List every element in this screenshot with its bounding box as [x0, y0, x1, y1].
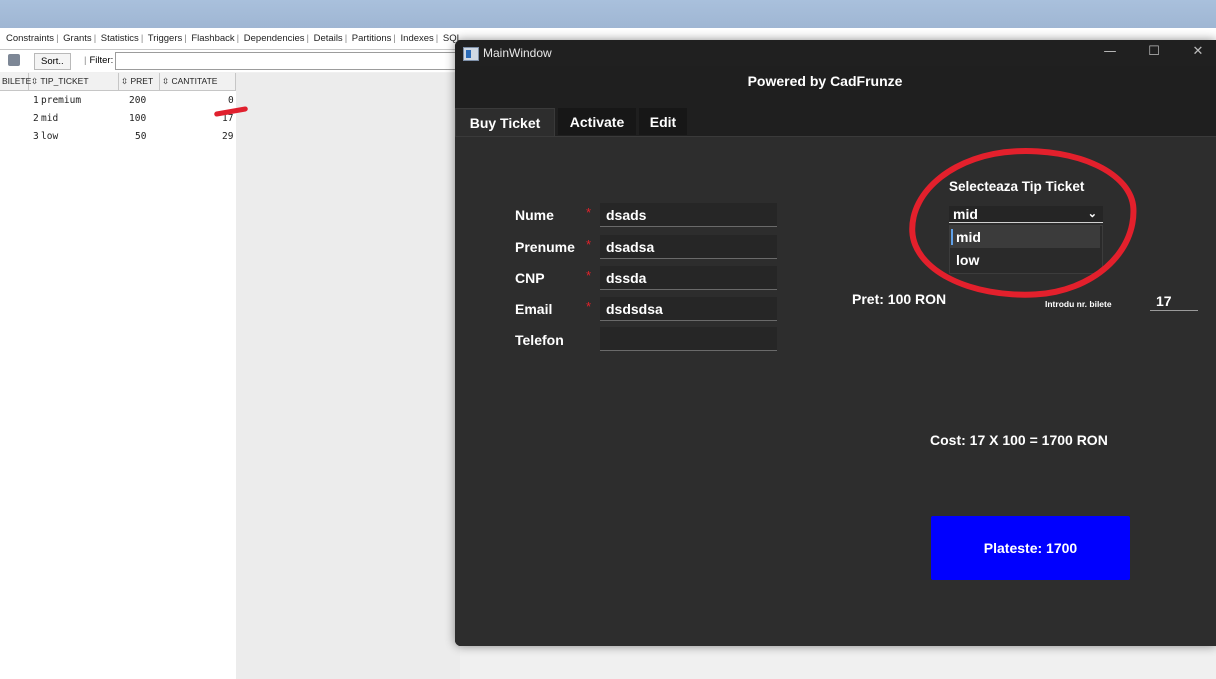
telefon-input[interactable]	[600, 327, 777, 351]
tab-statistics[interactable]: Statistics	[101, 33, 139, 44]
data-grid: BILETE ⇳ TIP_TICKET ⇳ PRET ⇳ CANTITATE 1…	[0, 73, 237, 679]
required-marker: *	[586, 299, 592, 314]
nume-input[interactable]: dsads	[600, 203, 777, 227]
table-row[interactable]: 1 premium 200 0	[0, 95, 236, 107]
buy-ticket-panel: Nume * dsads Prenume * dsadsa CNP * dssd…	[455, 136, 1216, 646]
col-header-pret[interactable]: ⇳ PRET	[119, 73, 160, 90]
col-header-cantitate[interactable]: ⇳ CANTITATE	[160, 73, 236, 90]
ticket-type-dropdown: mid low	[949, 225, 1103, 274]
tab-buy-ticket[interactable]: Buy Ticket	[455, 108, 555, 137]
freeze-view-icon[interactable]	[8, 54, 20, 66]
tab-indexes[interactable]: Indexes	[401, 33, 434, 44]
filter-label: Filter:	[84, 53, 113, 69]
prenume-label: Prenume	[515, 239, 575, 255]
option-mid[interactable]: mid	[950, 226, 1100, 248]
grid-empty-area	[236, 73, 460, 679]
price-label: Pret: 100 RON	[852, 291, 947, 307]
cell-id: 3	[33, 131, 39, 142]
tab-dependencies[interactable]: Dependencies	[244, 33, 305, 44]
email-input[interactable]: dsdsdsa	[600, 297, 777, 321]
tab-flashback[interactable]: Flashback	[191, 33, 234, 44]
cell-tip: mid	[41, 113, 59, 124]
window-title: MainWindow	[483, 46, 552, 60]
col-header-tip-ticket-label: TIP_TICKET	[40, 76, 89, 86]
filter-input[interactable]	[115, 52, 461, 70]
tab-constraints[interactable]: Constraints	[6, 33, 54, 44]
table-row[interactable]: 3 low 50 29	[0, 131, 236, 143]
tab-triggers[interactable]: Triggers	[148, 33, 183, 44]
cell-pret: 50	[135, 131, 147, 142]
required-marker: *	[586, 237, 592, 252]
cell-id: 2	[33, 113, 39, 124]
pay-button[interactable]: Plateste: 1700	[931, 516, 1130, 580]
nume-label: Nume	[515, 207, 554, 223]
title-bar[interactable]: MainWindow — ☐ ✕	[455, 40, 1216, 66]
col-header-cantitate-label: CANTITATE	[171, 76, 218, 86]
col-header-pret-label: PRET	[130, 76, 154, 86]
cell-id: 1	[33, 95, 39, 106]
telefon-label: Telefon	[515, 332, 564, 348]
quantity-input[interactable]: 17	[1150, 291, 1198, 311]
tab-details[interactable]: Details	[314, 33, 343, 44]
cell-pret: 100	[129, 113, 147, 124]
combobox-value: mid	[953, 206, 978, 222]
select-ticket-title: Selecteaza Tip Ticket	[949, 179, 1085, 194]
required-marker: *	[586, 268, 592, 283]
grid-header: BILETE ⇳ TIP_TICKET ⇳ PRET ⇳ CANTITATE	[0, 73, 236, 91]
cnp-input[interactable]: dssda	[600, 266, 777, 290]
prenume-input[interactable]: dsadsa	[600, 235, 777, 259]
minimize-button[interactable]: —	[1088, 40, 1132, 66]
cell-cantitate: 29	[222, 131, 234, 142]
cell-tip: premium	[41, 95, 82, 106]
table-row[interactable]: 2 mid 100 17	[0, 113, 236, 125]
maximize-button[interactable]: ☐	[1132, 40, 1176, 66]
app-icon	[463, 47, 479, 61]
col-header-tip-ticket[interactable]: ⇳ TIP_TICKET	[29, 73, 119, 90]
sort-button[interactable]: Sort..	[34, 53, 71, 70]
cost-label: Cost: 17 X 100 = 1700 RON	[930, 432, 1108, 448]
quantity-label: Introdu nr. bilete	[1045, 299, 1112, 309]
tab-grants[interactable]: Grants	[63, 33, 92, 44]
chevron-down-icon: ⌄	[1087, 208, 1097, 220]
col-header-bilete[interactable]: BILETE	[0, 73, 31, 90]
tab-partitions[interactable]: Partitions	[352, 33, 392, 44]
powered-by-label: Powered by CadFrunze	[747, 73, 903, 89]
background-window-topbar	[0, 0, 1216, 28]
ticket-type-combobox[interactable]: mid ⌄	[949, 206, 1103, 223]
option-low[interactable]: low	[950, 249, 1100, 271]
grid-toolbar: Sort.. Filter:	[0, 50, 461, 72]
cnp-label: CNP	[515, 270, 545, 286]
required-marker: *	[586, 205, 592, 220]
tab-activate[interactable]: Activate	[558, 108, 636, 135]
cell-pret: 200	[129, 95, 147, 106]
tab-bar: Buy Ticket Activate Edit	[455, 108, 1216, 137]
tab-edit[interactable]: Edit	[639, 108, 687, 135]
email-label: Email	[515, 301, 553, 317]
cell-tip: low	[41, 131, 59, 142]
close-button[interactable]: ✕	[1176, 40, 1216, 66]
main-window: MainWindow — ☐ ✕ Powered by CadFrunze Bu…	[455, 40, 1216, 646]
cell-cantitate: 0	[228, 95, 234, 106]
